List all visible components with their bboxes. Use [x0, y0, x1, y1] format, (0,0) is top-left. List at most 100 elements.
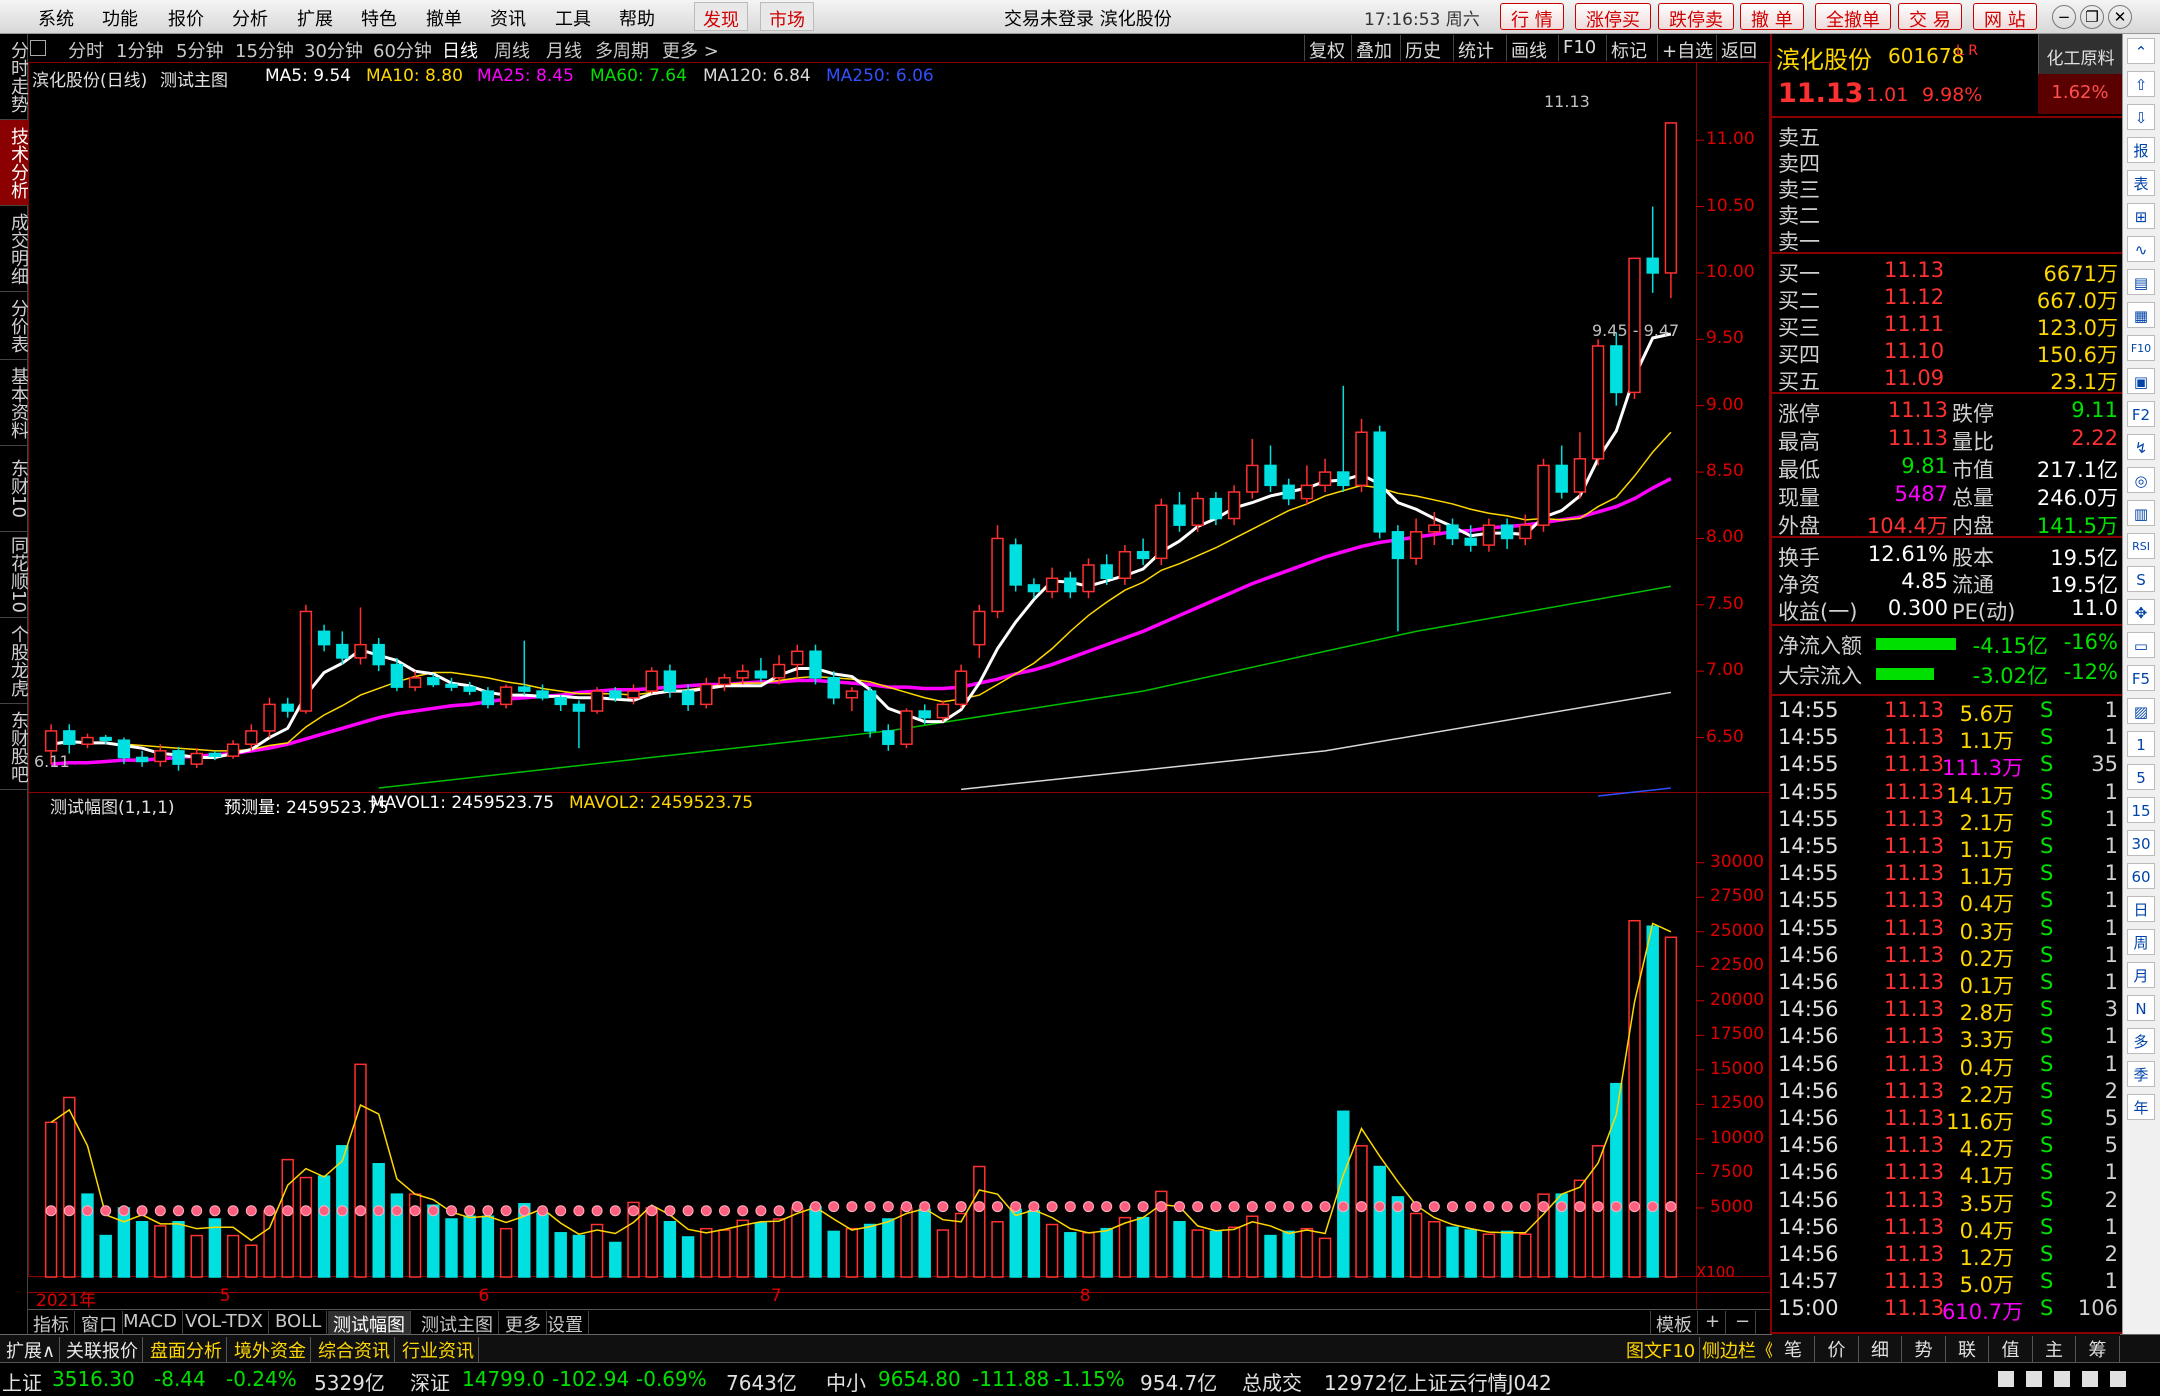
tool-icon[interactable]: 60: [2127, 863, 2155, 889]
overlay-button[interactable]: 叠加: [1351, 35, 1396, 62]
main-formula[interactable]: 测试主图: [160, 66, 228, 91]
quote-panel-tab[interactable]: 主: [2033, 1336, 2076, 1362]
info-news[interactable]: 综合资讯: [314, 1337, 395, 1363]
history-button[interactable]: 历史: [1400, 35, 1445, 62]
back-button[interactable]: 返回: [1716, 35, 1761, 62]
period-1min[interactable]: 1分钟: [116, 37, 163, 63]
tool-icon[interactable]: 日: [2127, 896, 2155, 922]
info-related-quotes[interactable]: 关联报价: [62, 1337, 143, 1363]
info-f10-button[interactable]: 图文F10: [1622, 1337, 1701, 1363]
period-monthly[interactable]: 月线: [546, 37, 582, 63]
tab-macd[interactable]: MACD: [118, 1311, 183, 1334]
tool-icon[interactable]: ↯: [2127, 434, 2155, 460]
tool-icon[interactable]: 30: [2127, 830, 2155, 856]
tool-icon[interactable]: N: [2127, 995, 2155, 1021]
tab-more[interactable]: 更多: [500, 1311, 547, 1336]
tool-icon[interactable]: S: [2127, 566, 2155, 592]
period-daily[interactable]: 日线: [442, 37, 478, 63]
menu-discover[interactable]: 发现: [694, 2, 748, 31]
quote-panel-tab[interactable]: 值: [1990, 1336, 2033, 1362]
tab-trade-detail[interactable]: 成交明细: [0, 206, 29, 292]
info-foreign-funds[interactable]: 境外资金: [230, 1337, 311, 1363]
sector-name[interactable]: 化工原料: [2038, 34, 2122, 74]
close-icon[interactable]: ✕: [2108, 5, 2132, 29]
period-multi[interactable]: 多周期: [595, 37, 649, 63]
quote-panel-tab[interactable]: 细: [1859, 1336, 1902, 1362]
menu-news[interactable]: 资讯: [490, 5, 526, 31]
tool-icon[interactable]: 周: [2127, 929, 2155, 955]
status-icon[interactable]: [2054, 1371, 2070, 1387]
tool-icon[interactable]: 月: [2127, 962, 2155, 988]
f10-button[interactable]: F10: [1558, 35, 1600, 61]
stats-button[interactable]: 统计: [1453, 35, 1498, 62]
period-more[interactable]: 更多 >: [662, 37, 719, 63]
tool-icon[interactable]: 15: [2127, 797, 2155, 823]
menu-cancel[interactable]: 撤单: [426, 5, 462, 31]
tool-icon[interactable]: 表: [2127, 170, 2155, 196]
panel-toggle-icon[interactable]: [30, 40, 46, 56]
tool-icon[interactable]: 年: [2127, 1094, 2155, 1120]
menu-tools[interactable]: 工具: [555, 5, 591, 31]
tab-eastmoney10[interactable]: 东财10: [0, 446, 29, 532]
period-15min[interactable]: 15分钟: [235, 37, 294, 63]
info-market-analysis[interactable]: 盘面分析: [146, 1337, 227, 1363]
menu-function[interactable]: 功能: [102, 5, 138, 31]
menu-market[interactable]: 市场: [760, 2, 814, 31]
trade-button[interactable]: 交 易: [1898, 3, 1962, 31]
tab-dragon-tiger[interactable]: 个股龙虎: [0, 618, 29, 704]
tab-test-sub[interactable]: 测试幅图: [328, 1311, 411, 1336]
status-icon[interactable]: [2026, 1371, 2042, 1387]
menu-system[interactable]: 系统: [38, 5, 74, 31]
sz-index-name[interactable]: 深证: [410, 1367, 450, 1396]
tab-fundamentals[interactable]: 基本资料: [0, 360, 29, 446]
cancel-all-button[interactable]: 全撤单: [1815, 3, 1891, 31]
tab-test-main[interactable]: 测试主图: [416, 1311, 499, 1336]
mark-button[interactable]: 标记: [1606, 35, 1651, 62]
tab-price-table[interactable]: 分价表: [0, 292, 29, 360]
tool-icon[interactable]: 季: [2127, 1061, 2155, 1087]
menu-extend[interactable]: 扩展: [297, 5, 333, 31]
tool-icon[interactable]: 多: [2127, 1028, 2155, 1054]
restore-icon[interactable]: ❐: [2080, 5, 2104, 29]
status-icon[interactable]: [1998, 1371, 2014, 1387]
menu-feature[interactable]: 特色: [361, 5, 397, 31]
tool-icon[interactable]: F2: [2127, 401, 2155, 427]
tool-icon[interactable]: ◎: [2127, 467, 2155, 493]
info-expand[interactable]: 扩展∧: [2, 1337, 61, 1363]
tool-icon[interactable]: ▤: [2127, 269, 2155, 295]
status-icon[interactable]: [2082, 1371, 2098, 1387]
tool-icon[interactable]: 报: [2127, 137, 2155, 163]
limit-up-buy-button[interactable]: 涨停买: [1575, 3, 1651, 31]
tool-icon[interactable]: ∿: [2127, 236, 2155, 262]
price-volume-chart[interactable]: [28, 62, 1770, 1309]
tool-icon[interactable]: ▨: [2127, 698, 2155, 724]
adjust-button[interactable]: 复权: [1304, 35, 1349, 62]
info-industry-news[interactable]: 行业资讯: [398, 1337, 479, 1363]
menu-analysis[interactable]: 分析: [232, 5, 268, 31]
sidebar-toggle[interactable]: 侧边栏《: [1698, 1337, 1779, 1363]
tool-icon[interactable]: ⊞: [2127, 203, 2155, 229]
status-icon[interactable]: [2110, 1371, 2126, 1387]
tab-indicator[interactable]: 指标: [28, 1311, 75, 1336]
quote-panel-tab[interactable]: 价: [1816, 1336, 1859, 1362]
tab-window[interactable]: 窗口: [76, 1311, 123, 1336]
tool-icon[interactable]: ✥: [2127, 599, 2155, 625]
menu-help[interactable]: 帮助: [619, 5, 655, 31]
tool-icon[interactable]: 5: [2127, 764, 2155, 790]
tool-icon[interactable]: F10: [2127, 335, 2155, 361]
tab-settings[interactable]: 设置: [542, 1311, 589, 1336]
tool-icon[interactable]: ⇧: [2127, 71, 2155, 97]
zoom-in-button[interactable]: +: [1700, 1311, 1727, 1334]
tool-icon[interactable]: ▣: [2127, 368, 2155, 394]
quote-panel-tab[interactable]: 筹: [2077, 1336, 2120, 1362]
tool-icon[interactable]: ▭: [2127, 632, 2155, 658]
template-button[interactable]: 模板: [1650, 1311, 1698, 1336]
sh-index-name[interactable]: 上证: [2, 1367, 42, 1396]
minimize-icon[interactable]: −: [2052, 5, 2076, 29]
period-weekly[interactable]: 周线: [494, 37, 530, 63]
tool-icon[interactable]: ▥: [2127, 500, 2155, 526]
period-intraday[interactable]: 分时: [68, 37, 104, 63]
quote-panel-tab[interactable]: 势: [1903, 1336, 1946, 1362]
tab-forum[interactable]: 东财股吧: [0, 704, 29, 790]
tab-technical[interactable]: 技术分析: [0, 120, 29, 206]
